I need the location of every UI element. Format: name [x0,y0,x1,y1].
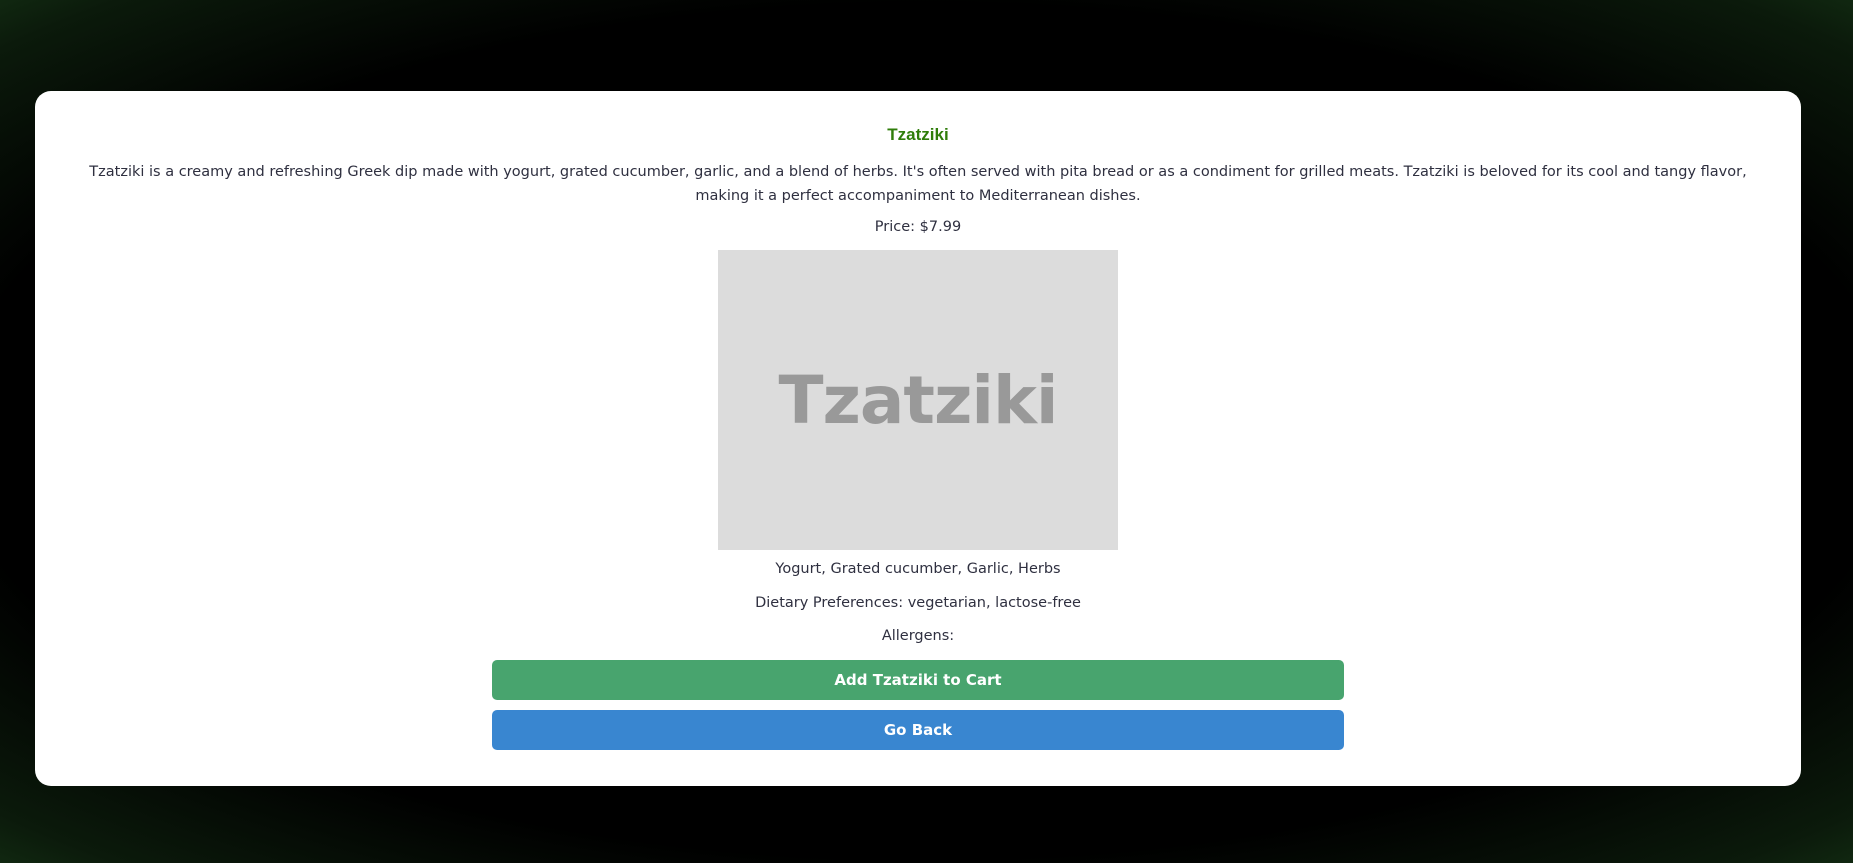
product-card: Tzatziki Tzatziki is a creamy and refres… [35,91,1801,786]
product-image: Tzatziki [718,250,1118,550]
add-to-cart-button[interactable]: Add Tzatziki to Cart [492,660,1344,700]
product-price: Price: $7.99 [874,219,962,235]
product-allergens: Allergens: [881,628,955,644]
product-description: Tzatziki is a creamy and refreshing Gree… [89,164,1747,204]
go-back-button[interactable]: Go Back [492,710,1344,750]
product-image-label: Tzatziki [778,361,1058,439]
product-dietary-preferences: Dietary Preferences: vegetarian, lactose… [755,595,1081,611]
product-title: Tzatziki [887,125,949,144]
product-ingredients: Yogurt, Grated cucumber, Garlic, Herbs [775,561,1061,577]
